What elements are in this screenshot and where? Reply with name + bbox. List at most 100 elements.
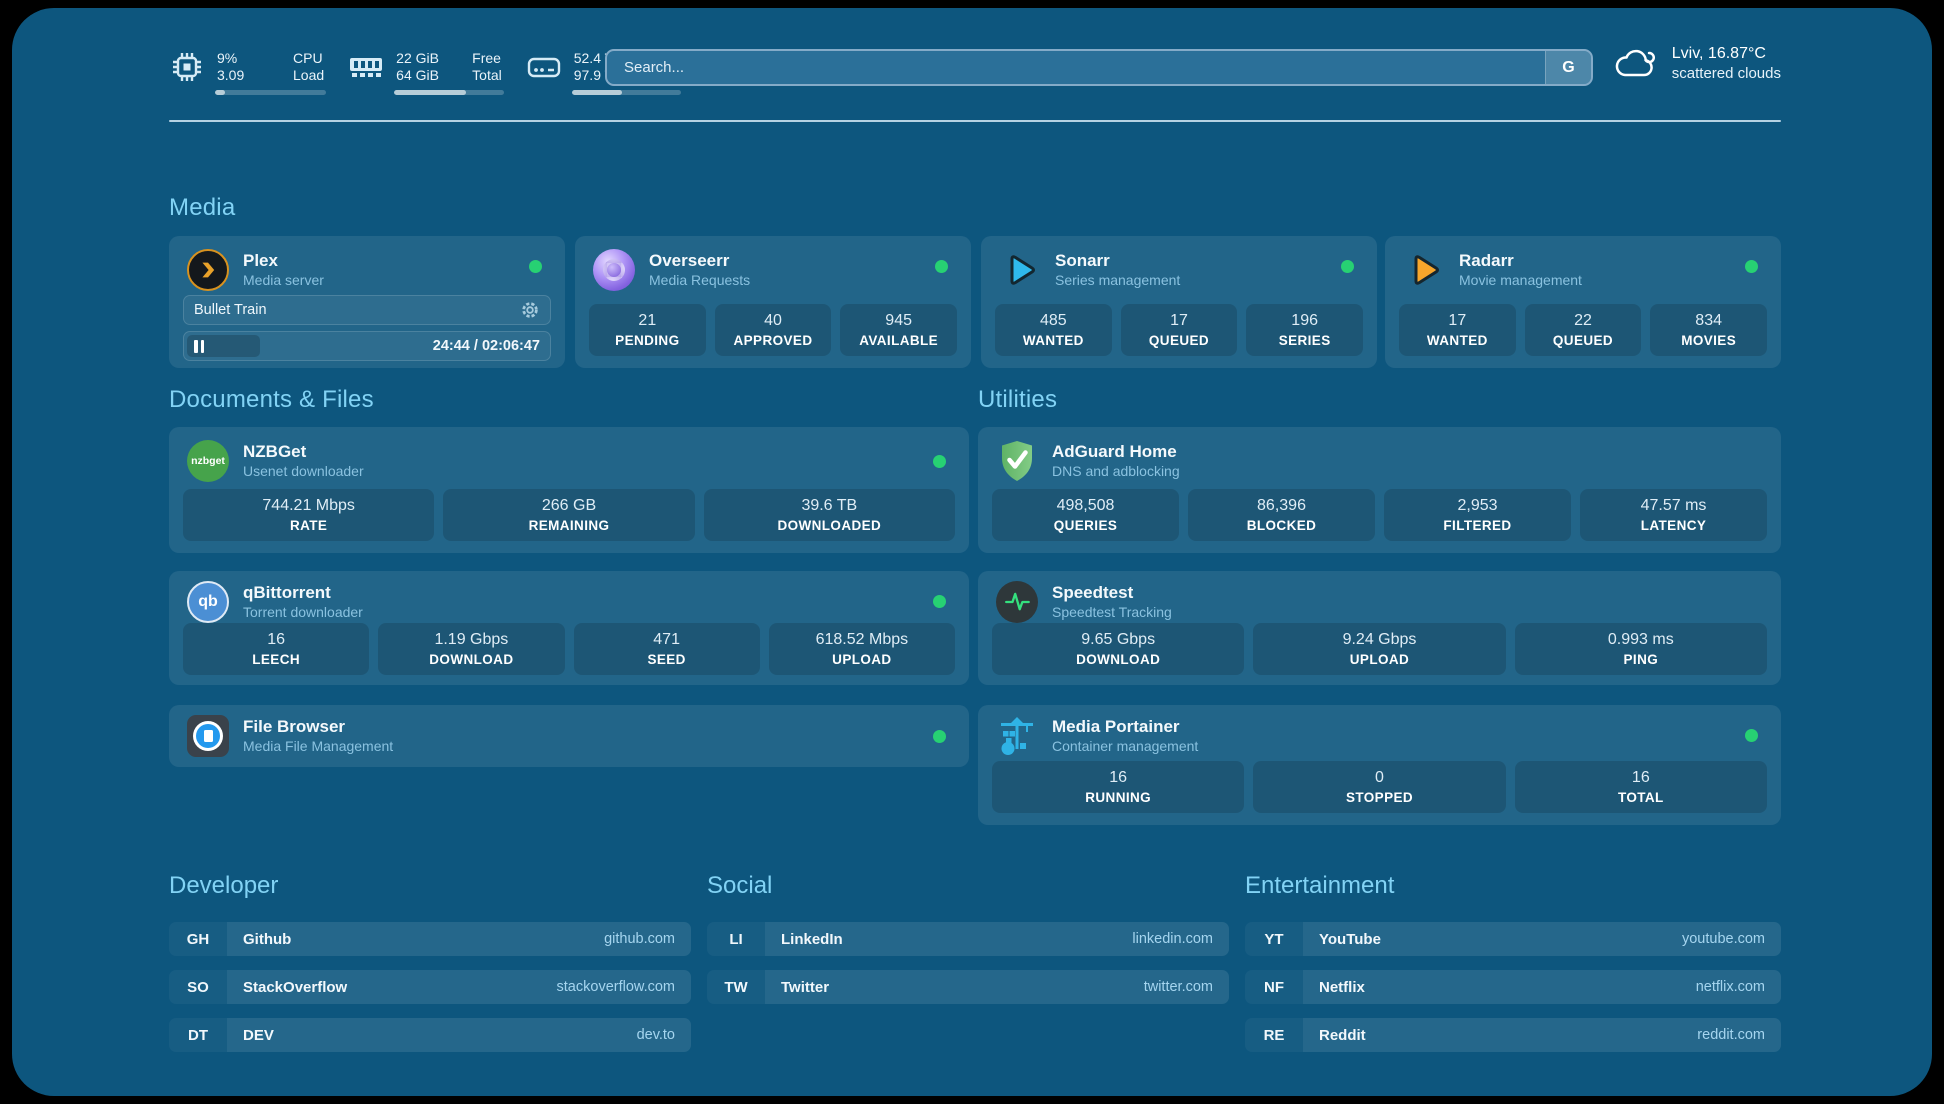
stat-downloaded: 39.6 TBDOWNLOADED — [704, 489, 955, 541]
app-name: AdGuard Home — [1052, 442, 1180, 462]
section-title-entertainment: Entertainment — [1245, 872, 1781, 900]
link-name: Github — [243, 931, 291, 948]
status-dot — [933, 730, 946, 743]
stat-filtered: 2,953FILTERED — [1384, 489, 1571, 541]
app-name: Sonarr — [1055, 251, 1180, 271]
stat-ping: 0.993 msPING — [1515, 623, 1767, 675]
service-card-adguard[interactable]: AdGuard Home DNS and adblocking 498,508Q… — [978, 427, 1781, 553]
link-url: github.com — [604, 931, 675, 947]
memory-stat-widget: 22 GiB 64 GiB Free Total — [348, 48, 506, 86]
link-linkedin[interactable]: LI LinkedIn linkedin.com — [707, 922, 1229, 956]
link-name: YouTube — [1319, 931, 1381, 948]
filebrowser-icon — [187, 715, 229, 757]
stat-remaining: 266 GBREMAINING — [443, 489, 694, 541]
weather-condition: scattered clouds — [1672, 64, 1781, 84]
stat-blocked: 86,396BLOCKED — [1188, 489, 1375, 541]
settings-gear-icon[interactable] — [520, 300, 540, 320]
app-name: NZBGet — [243, 442, 364, 462]
status-dot — [1745, 260, 1758, 273]
speedtest-icon — [996, 581, 1038, 623]
cpu-load-label: Load — [293, 67, 324, 84]
link-name: DEV — [243, 1027, 274, 1044]
stat-total: 16TOTAL — [1515, 761, 1767, 813]
disk-icon — [526, 49, 562, 85]
links-column-developer: Developer GH Github github.com SO StackO… — [169, 872, 691, 1066]
stat-queued: 17QUEUED — [1121, 304, 1238, 356]
status-dot — [529, 260, 542, 273]
service-card-filebrowser[interactable]: File Browser Media File Management — [169, 705, 969, 767]
stat-rate: 744.21 MbpsRATE — [183, 489, 434, 541]
link-netflix[interactable]: NF Netflix netflix.com — [1245, 970, 1781, 1004]
link-name: Reddit — [1319, 1027, 1366, 1044]
app-subtitle: Usenet downloader — [243, 463, 364, 480]
plex-stream-title: Bullet Train — [194, 302, 520, 318]
app-subtitle: Media File Management — [243, 738, 393, 755]
link-url: youtube.com — [1682, 931, 1765, 947]
service-card-plex[interactable]: Plex Media server Bullet Train 24:44 / 0… — [169, 236, 565, 368]
stat-leech: 16LEECH — [183, 623, 369, 675]
app-name: Plex — [243, 251, 324, 271]
link-dev[interactable]: DT DEV dev.to — [169, 1018, 691, 1052]
weather-location: Lviv, 16.87°C — [1672, 44, 1781, 64]
service-card-radarr[interactable]: Radarr Movie management 17WANTED 22QUEUE… — [1385, 236, 1781, 368]
service-card-sonarr[interactable]: Sonarr Series management 485WANTED 17QUE… — [981, 236, 1377, 368]
link-url: netflix.com — [1696, 979, 1765, 995]
playback-time: 24:44 / 02:06:47 — [212, 338, 540, 354]
cpu-progress-bar — [215, 90, 326, 95]
cpu-load-value: 3.09 — [217, 67, 273, 84]
sonarr-icon — [999, 249, 1041, 291]
section-title-social: Social — [707, 872, 1229, 900]
service-card-overseerr[interactable]: Overseerr Media Requests 21PENDING 40APP… — [575, 236, 971, 368]
link-github[interactable]: GH Github github.com — [169, 922, 691, 956]
search-input[interactable] — [607, 51, 1545, 84]
app-subtitle: Series management — [1055, 272, 1180, 289]
links-column-entertainment: Entertainment YT YouTube youtube.com NF … — [1245, 872, 1781, 1066]
section-title-media: Media — [169, 194, 235, 222]
app-name: Media Portainer — [1052, 717, 1198, 737]
link-abbr: YT — [1245, 922, 1303, 956]
link-abbr: GH — [169, 922, 227, 956]
stat-wanted: 485WANTED — [995, 304, 1112, 356]
links-column-social: Social LI LinkedIn linkedin.com TW Twitt… — [707, 872, 1229, 1018]
nzbget-icon: nzbget — [187, 440, 229, 482]
stat-download: 9.65 GbpsDOWNLOAD — [992, 623, 1244, 675]
app-subtitle: Movie management — [1459, 272, 1582, 289]
app-name: File Browser — [243, 717, 393, 737]
link-abbr: DT — [169, 1018, 227, 1052]
link-stackoverflow[interactable]: SO StackOverflow stackoverflow.com — [169, 970, 691, 1004]
link-abbr: TW — [707, 970, 765, 1004]
overseerr-icon — [593, 249, 635, 291]
cpu-usage-label: CPU — [293, 50, 324, 67]
plex-now-playing-row: Bullet Train — [183, 295, 551, 325]
stat-upload: 618.52 MbpsUPLOAD — [769, 623, 955, 675]
link-twitter[interactable]: TW Twitter twitter.com — [707, 970, 1229, 1004]
link-url: dev.to — [637, 1027, 675, 1043]
status-dot — [933, 455, 946, 468]
link-url: linkedin.com — [1132, 931, 1213, 947]
stat-available: 945AVAILABLE — [840, 304, 957, 356]
stat-pending: 21PENDING — [589, 304, 706, 356]
dashboard-panel: 9% 3.09 CPU Load 22 — [12, 8, 1932, 1096]
app-subtitle: DNS and adblocking — [1052, 463, 1180, 480]
cpu-stat-widget: 9% 3.09 CPU Load — [169, 48, 328, 86]
section-title-developer: Developer — [169, 872, 691, 900]
status-dot — [935, 260, 948, 273]
app-name: Speedtest — [1052, 583, 1172, 603]
link-reddit[interactable]: RE Reddit reddit.com — [1245, 1018, 1781, 1052]
radarr-icon — [1403, 249, 1445, 291]
service-card-nzbget[interactable]: nzbget NZBGet Usenet downloader 744.21 M… — [169, 427, 969, 553]
link-name: Twitter — [781, 979, 829, 996]
stat-seed: 471SEED — [574, 623, 760, 675]
status-dot — [1745, 729, 1758, 742]
search-provider-button[interactable]: G — [1545, 51, 1591, 84]
service-card-qbittorrent[interactable]: qb qBittorrent Torrent downloader 16LEEC… — [169, 571, 969, 685]
stat-running: 16RUNNING — [992, 761, 1244, 813]
app-subtitle: Container management — [1052, 738, 1198, 755]
stat-queued: 22QUEUED — [1525, 304, 1642, 356]
stat-download: 1.19 GbpsDOWNLOAD — [378, 623, 564, 675]
pause-icon[interactable] — [194, 340, 204, 353]
section-title-utilities: Utilities — [978, 386, 1057, 414]
service-card-portainer[interactable]: Media Portainer Container management 16R… — [978, 705, 1781, 825]
link-youtube[interactable]: YT YouTube youtube.com — [1245, 922, 1781, 956]
service-card-speedtest[interactable]: Speedtest Speedtest Tracking 9.65 GbpsDO… — [978, 571, 1781, 685]
